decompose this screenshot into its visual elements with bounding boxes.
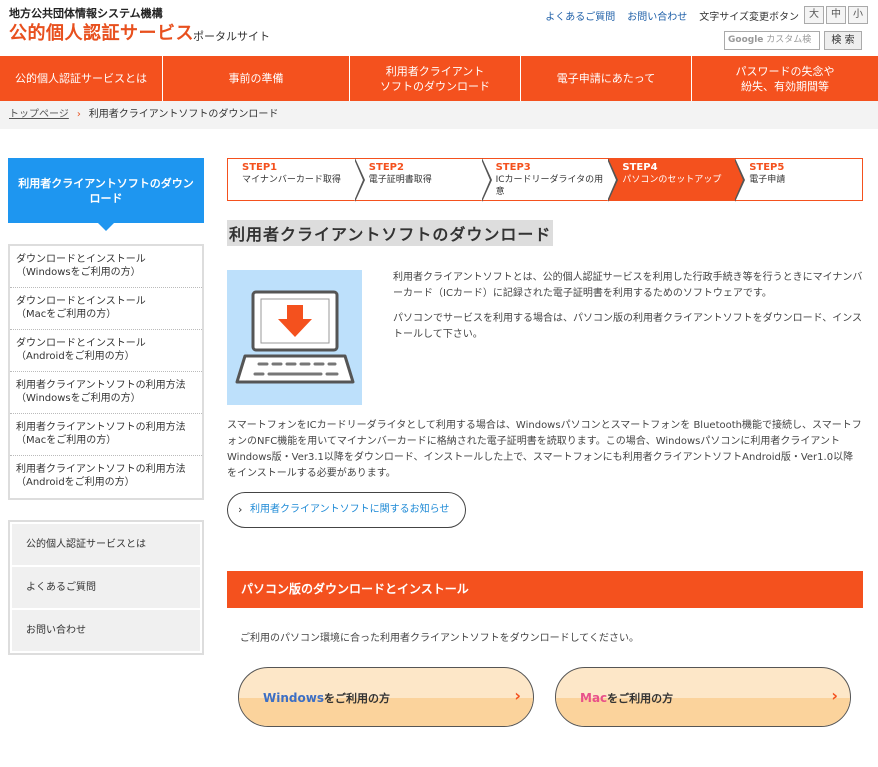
contact-link[interactable]: お問い合わせ: [627, 8, 687, 23]
step-arrow-icon: [734, 158, 746, 202]
step-number: STEP5: [749, 162, 785, 173]
search-placeholder: カスタム検: [766, 35, 812, 45]
step-number: STEP4: [622, 162, 658, 173]
step-4: STEP4 パソコンのセットアップ: [608, 158, 746, 202]
sidebar-link-faq[interactable]: よくあるご質問: [12, 567, 200, 608]
step-arrow-icon: [607, 158, 619, 202]
os-name: Windows: [263, 691, 324, 705]
page-title: 利用者クライアントソフトのダウンロード: [227, 220, 554, 246]
breadcrumb-current: 利用者クライアントソフトのダウンロード: [88, 109, 279, 120]
chevron-right-icon: ›: [831, 686, 838, 705]
laptop-download-illustration: [227, 270, 362, 405]
nav-item-e-application[interactable]: 電子申請にあたって: [521, 56, 692, 101]
section-lead-text: ご利用のパソコン環境に合った利用者クライアントソフトをダウンロードしてください。: [240, 633, 639, 644]
portal-label: ポータルサイト: [193, 30, 270, 43]
step-number: STEP2: [368, 162, 404, 173]
nav-item-download[interactable]: 利用者クライアント ソフトのダウンロード: [350, 56, 521, 101]
step-3: STEP3 ICカードリーダライタの用意: [481, 158, 619, 202]
top-utility-bar: よくあるご質問 お問い合わせ 文字サイズ変更ボタン 大 中 小: [545, 6, 868, 24]
font-size-medium-button[interactable]: 中: [826, 6, 846, 24]
step-arrow-icon: [480, 158, 492, 202]
step-label: マイナンバーカード取得: [242, 175, 341, 185]
breadcrumb-separator: ›: [76, 109, 81, 120]
google-brand: Google: [728, 35, 764, 45]
section-heading: パソコン版のダウンロードとインストール: [227, 571, 863, 608]
windows-download-button[interactable]: Windowsをご利用の方 ›: [238, 667, 534, 727]
sidebar-item-android-install[interactable]: ダウンロードとインストール （Androidをご利用の方）: [10, 330, 202, 372]
font-size-small-button[interactable]: 小: [848, 6, 868, 24]
step-label: パソコンのセットアップ: [622, 175, 722, 185]
notice-link-label: 利用者クライアントソフトに関するお知らせ: [250, 504, 450, 515]
sidebar-item-mac-install[interactable]: ダウンロードとインストール （Macをご利用の方）: [10, 288, 202, 330]
os-suffix: をご利用の方: [323, 692, 390, 705]
step-2: STEP2 電子証明書取得: [354, 158, 492, 202]
intro-paragraph-2: パソコンでサービスを利用する場合は、パソコン版の利用者クライアントソフトをダウン…: [393, 313, 862, 340]
step-arrow-icon: [353, 158, 365, 202]
os-suffix: をご利用の方: [607, 692, 674, 705]
sidebar-item-windows-install[interactable]: ダウンロードとインストール （Windowsをご利用の方）: [10, 246, 202, 288]
intro-text: 利用者クライアントソフトとは、公的個人認証サービスを利用した行政手続き等を行うと…: [393, 270, 863, 352]
sidebar-item-android-usage[interactable]: 利用者クライアントソフトの利用方法（Androidをご利用の方）: [10, 456, 202, 498]
search-input[interactable]: Google カスタム検: [724, 31, 820, 50]
breadcrumb: トップページ › 利用者クライアントソフトのダウンロード: [0, 101, 878, 129]
step-indicator: STEP1 マイナンバーカード取得 STEP2 電子証明書取得 STEP3 IC…: [227, 158, 863, 202]
step-number: STEP3: [495, 162, 531, 173]
breadcrumb-home-link[interactable]: トップページ: [9, 109, 69, 120]
step-1: STEP1 マイナンバーカード取得: [228, 158, 365, 202]
step-label: ICカードリーダライタの用意: [495, 175, 604, 197]
nav-item-password[interactable]: パスワードの失念や 紛失、有効期間等: [692, 56, 878, 101]
notice-link-button[interactable]: › 利用者クライアントソフトに関するお知らせ: [227, 492, 466, 528]
sidebar-links: 公的個人認証サービスとは よくあるご質問 お問い合わせ: [8, 520, 204, 655]
step-label: 電子申請: [749, 175, 786, 185]
font-size-large-button[interactable]: 大: [804, 6, 824, 24]
sidebar-link-about[interactable]: 公的個人認証サービスとは: [12, 524, 200, 565]
nav-item-about[interactable]: 公的個人認証サービスとは: [0, 56, 163, 101]
step-number: STEP1: [242, 162, 278, 173]
chevron-right-icon: ›: [514, 686, 521, 705]
global-nav: 公的個人認証サービスとは 事前の準備 利用者クライアント ソフトのダウンロード …: [0, 56, 878, 101]
laptop-download-icon: [235, 290, 355, 384]
sidebar-heading[interactable]: 利用者クライアントソフトのダウンロード: [8, 158, 204, 231]
step-5: STEP5 電子申請: [735, 159, 862, 200]
smartphone-paragraph: スマートフォンをICカードリーダライタとして利用する場合は、Windowsパソコ…: [227, 420, 862, 479]
faq-link[interactable]: よくあるご質問: [545, 8, 615, 23]
search-button[interactable]: 検 索: [824, 31, 862, 50]
step-label: 電子証明書取得: [368, 175, 432, 185]
chevron-right-icon: ›: [238, 503, 243, 516]
sidebar-submenu: ダウンロードとインストール （Windowsをご利用の方） ダウンロードとインス…: [8, 244, 204, 500]
mac-download-button[interactable]: Macをご利用の方 ›: [555, 667, 851, 727]
nav-item-preparation[interactable]: 事前の準備: [163, 56, 350, 101]
sidebar-link-contact[interactable]: お問い合わせ: [12, 610, 200, 651]
sidebar-item-windows-usage[interactable]: 利用者クライアントソフトの利用方法（Windowsをご利用の方）: [10, 372, 202, 414]
sidebar-item-mac-usage[interactable]: 利用者クライアントソフトの利用方法（Macをご利用の方）: [10, 414, 202, 456]
os-name: Mac: [580, 691, 608, 705]
site-title[interactable]: 公的個人認証サービス: [9, 19, 194, 45]
intro-paragraph-1: 利用者クライアントソフトとは、公的個人認証サービスを利用した行政手続き等を行うと…: [393, 272, 863, 299]
font-size-label: 文字サイズ変更ボタン: [699, 11, 799, 23]
